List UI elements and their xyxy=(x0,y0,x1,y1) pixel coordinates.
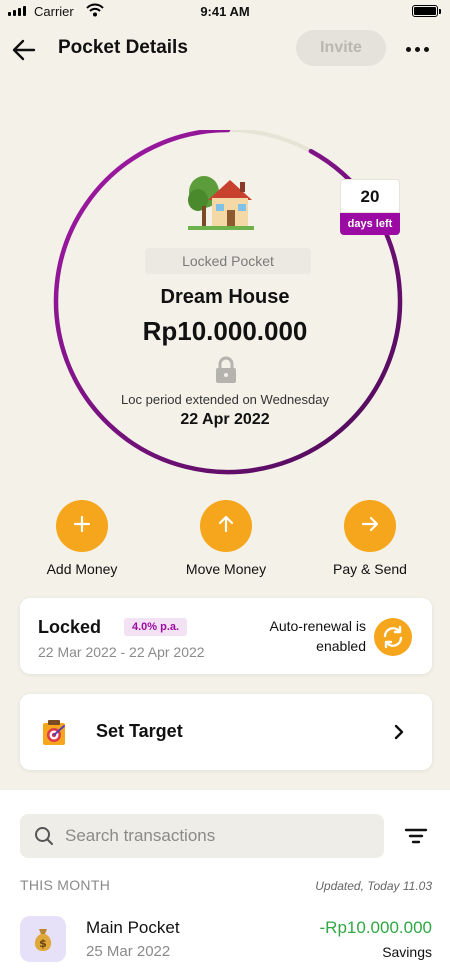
interest-rate-badge: 4.0% p.a. xyxy=(124,618,188,636)
plus-icon xyxy=(72,514,92,539)
transaction-type: Savings xyxy=(382,944,432,960)
page-title: Pocket Details xyxy=(58,37,188,58)
more-options-icon[interactable] xyxy=(402,38,432,60)
pocket-status-chip: Locked Pocket xyxy=(145,248,311,274)
target-icon xyxy=(42,718,68,746)
filter-icon[interactable] xyxy=(402,822,430,850)
days-left-badge: 20 days left xyxy=(340,179,400,237)
back-arrow-icon[interactable] xyxy=(10,36,38,64)
money-bag-icon: $ xyxy=(20,916,66,962)
move-money-label[interactable]: Move Money xyxy=(166,561,286,577)
auto-renewal-line2: enabled xyxy=(316,638,366,654)
clock: 9:41 AM xyxy=(200,4,250,19)
lock-date: 22 Apr 2022 xyxy=(180,411,270,428)
search-icon xyxy=(34,826,54,846)
move-money-button[interactable] xyxy=(200,500,252,552)
arrow-up-icon xyxy=(216,514,236,539)
transaction-amount: -Rp10.000.000 xyxy=(319,918,432,937)
days-left-value: 20 xyxy=(340,179,400,213)
auto-renewal-line1: Auto-renewal is xyxy=(269,618,367,634)
invite-button[interactable]: Invite xyxy=(296,30,386,66)
auto-renewal-text: Auto-renewal is enabled xyxy=(242,616,367,656)
lock-card-title: Locked xyxy=(38,617,102,637)
search-input[interactable]: Search transactions xyxy=(20,814,384,858)
updated-timestamp: Updated, Today 11.03 xyxy=(315,879,432,893)
pocket-name: Dream House xyxy=(160,286,290,308)
month-section-label: THIS MONTH xyxy=(20,877,111,893)
lock-info-card[interactable]: Locked 4.0% p.a. 22 Mar 2022 - 22 Apr 20… xyxy=(20,598,432,674)
auto-renew-icon[interactable] xyxy=(374,618,412,656)
svg-text:$: $ xyxy=(39,937,47,950)
battery-icon xyxy=(412,5,441,17)
add-money-label[interactable]: Add Money xyxy=(22,561,142,577)
transaction-name[interactable]: Main Pocket xyxy=(86,918,180,938)
add-money-button[interactable] xyxy=(56,500,108,552)
days-left-label: days left xyxy=(340,213,400,235)
set-target-card[interactable]: Set Target xyxy=(20,694,432,770)
lock-period: 22 Mar 2022 - 22 Apr 2022 xyxy=(38,644,205,660)
set-target-label: Set Target xyxy=(96,721,183,741)
transaction-date: 25 Mar 2022 xyxy=(86,943,171,960)
arrow-right-icon xyxy=(360,514,380,539)
status-bar: Carrier 9:41 AM xyxy=(0,0,450,24)
pay-send-label[interactable]: Pay & Send xyxy=(310,561,430,577)
padlock-icon xyxy=(214,356,238,384)
pay-send-button[interactable] xyxy=(344,500,396,552)
chevron-right-icon xyxy=(390,722,408,742)
pocket-amount: Rp10.000.000 xyxy=(142,316,308,346)
house-emoji-icon xyxy=(186,170,256,232)
search-placeholder: Search transactions xyxy=(65,826,216,845)
lock-extended-note: Loc period extended on Wednesday xyxy=(121,392,329,407)
